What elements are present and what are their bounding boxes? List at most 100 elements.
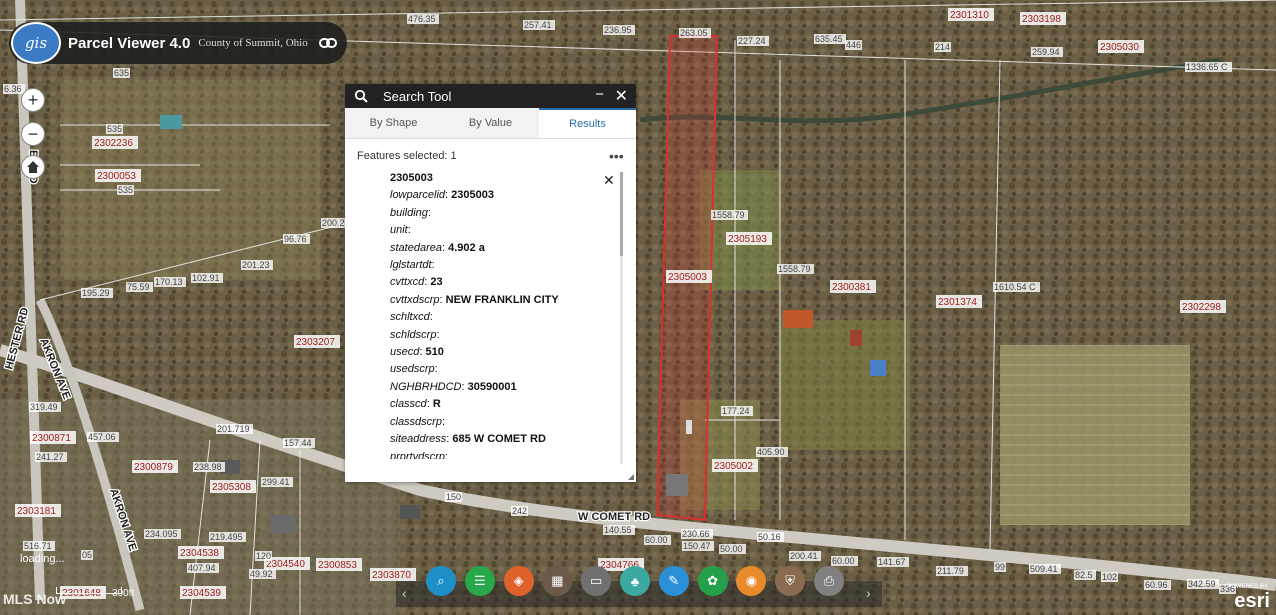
- film-icon[interactable]: ✿: [697, 566, 728, 596]
- toolbar-prev-icon[interactable]: ‹: [402, 585, 407, 601]
- result-field: classcd: R: [390, 398, 441, 411]
- field-key: schltxcd: [390, 311, 430, 324]
- dimension-label: 49.92: [250, 569, 273, 579]
- result-record: 2305003 lowparcelid: 2305003 building: un…: [390, 170, 600, 459]
- parcel-map[interactable]: 2301310 2303198 2305030 2302236 2300053 23051…: [0, 0, 1276, 615]
- field-value: 510: [425, 346, 444, 359]
- parcel-id-label[interactable]: 2305030: [1100, 42, 1139, 53]
- more-options-icon[interactable]: •••: [609, 148, 624, 164]
- layers-icon[interactable]: ◈: [503, 566, 534, 596]
- parcel-id-label[interactable]: 2304539: [182, 588, 221, 599]
- field-value: 30590001: [467, 380, 517, 393]
- parcel-id-label[interactable]: 2300381: [832, 282, 871, 293]
- dimension-label: 157.44: [284, 438, 312, 448]
- field-key: classdscrp: [390, 415, 442, 428]
- field-value: 4.902 a: [448, 241, 485, 254]
- parcel-id-label[interactable]: 2303207: [296, 337, 335, 348]
- tab-results[interactable]: Results: [539, 108, 636, 138]
- parcel-id-label[interactable]: 2303181: [17, 506, 56, 517]
- app-header: gis Parcel Viewer 4.0 County of Summit, …: [9, 22, 347, 64]
- result-field: lglstartdt:: [390, 259, 435, 272]
- result-field: building:: [390, 206, 431, 219]
- result-field: prprtydscrp:: [390, 449, 600, 459]
- legend-icon[interactable]: ♣: [620, 566, 650, 596]
- result-field: NGHBRHDCD: 30590001: [390, 380, 517, 393]
- dimension-label: 241.27: [36, 452, 64, 462]
- dimension-label: 242: [512, 506, 527, 516]
- parcel-id-label[interactable]: 2303198: [1022, 14, 1061, 25]
- parcel-id-label[interactable]: 2300053: [97, 171, 136, 182]
- result-field: unit:: [390, 224, 411, 237]
- parcel-id-label[interactable]: 2303870: [372, 570, 411, 581]
- dimension-label: 200.41: [790, 551, 818, 561]
- result-id[interactable]: 2305003: [390, 170, 600, 187]
- result-field: usedscrp:: [390, 363, 438, 376]
- parcel-id-label[interactable]: 2300853: [318, 560, 357, 571]
- dimension-label: 200.2: [322, 218, 345, 228]
- clear-result-icon[interactable]: ✕: [603, 172, 615, 189]
- loading-text: loading...: [20, 553, 65, 565]
- dimension-label: 50.16: [758, 532, 781, 542]
- bookmark-icon[interactable]: ⛨: [775, 566, 806, 596]
- search-tool-header: Search Tool − ✕: [345, 84, 636, 108]
- dimension-label: 214: [935, 42, 950, 52]
- minimize-button[interactable]: −: [595, 86, 604, 103]
- dimension-label: 1336.65 C: [1186, 62, 1228, 72]
- link-icon[interactable]: [319, 34, 337, 52]
- result-field: schldscrp:: [390, 328, 440, 341]
- esri-logo: esri: [1234, 590, 1270, 612]
- field-value: 685 W COMET RD: [452, 433, 546, 446]
- dimension-label: 6.36: [4, 84, 22, 94]
- print-icon[interactable]: ⎙: [814, 566, 844, 596]
- field-key: unit: [390, 224, 408, 237]
- parcel-id-label[interactable]: 2300871: [32, 433, 71, 444]
- tab-by-shape[interactable]: By Shape: [345, 108, 442, 138]
- dimension-label: 535: [118, 185, 133, 195]
- dimension-label: 259.94: [1032, 47, 1060, 57]
- dimension-label: 635.45: [815, 34, 843, 44]
- measure-icon[interactable]: ✎: [658, 566, 689, 596]
- scroll-thumb[interactable]: [620, 172, 623, 256]
- dimension-label: 405.90: [757, 447, 785, 457]
- dimension-label: 227.24: [738, 36, 766, 46]
- chat-icon[interactable]: ▭: [581, 566, 612, 596]
- parcel-id-label[interactable]: 2305308: [212, 482, 251, 493]
- result-field: usecd: 510: [390, 346, 444, 359]
- resize-handle-icon[interactable]: ◢: [628, 472, 634, 481]
- parcel-id-label[interactable]: 2302236: [94, 138, 133, 149]
- parcel-id-label[interactable]: 2301374: [938, 297, 977, 308]
- parcel-id-label[interactable]: 2305002: [714, 461, 753, 472]
- dimension-label: 140.55: [604, 525, 632, 535]
- search-tool-panel: Search Tool − ✕ By Shape By Value Result…: [345, 84, 636, 482]
- dimension-label: 141.67: [878, 557, 906, 567]
- search-tabs: By Shape By Value Results: [345, 108, 636, 139]
- toolbar-next-icon[interactable]: ›: [866, 585, 871, 601]
- dimension-label: 150: [446, 492, 461, 502]
- list-icon[interactable]: ☰: [464, 566, 495, 596]
- dimension-label: 102.91: [192, 273, 220, 283]
- result-field: classdscrp:: [390, 415, 446, 428]
- search-tool-title: Search Tool: [383, 88, 452, 104]
- dimension-label: 99: [995, 562, 1005, 572]
- parcel-id-label[interactable]: 2302298: [1182, 302, 1221, 313]
- dimension-label: 516.71: [24, 541, 52, 551]
- parcel-id-label[interactable]: 2301310: [950, 10, 989, 21]
- zoom-out-button[interactable]: −: [21, 122, 45, 146]
- dimension-label: 05: [82, 550, 92, 560]
- parcel-id-label[interactable]: 2305193: [728, 234, 767, 245]
- zoom-in-button[interactable]: +: [21, 88, 45, 112]
- app-org: County of Summit, Ohio: [198, 37, 308, 49]
- dimension-label: 201.23: [242, 260, 270, 270]
- close-button[interactable]: ✕: [615, 86, 628, 106]
- search-icon[interactable]: ⌕: [426, 566, 456, 596]
- tab-by-value[interactable]: By Value: [442, 108, 539, 138]
- dimension-label: 263.05: [680, 28, 708, 38]
- app-title: Parcel Viewer 4.0: [68, 34, 191, 52]
- parcel-id-label[interactable]: 2300879: [134, 462, 173, 473]
- field-key: classcd: [390, 398, 427, 411]
- dimension-label: 170.13: [155, 277, 183, 287]
- home-button[interactable]: [21, 155, 45, 179]
- parcel-id-label[interactable]: 2305003: [668, 272, 707, 283]
- parcel-id-label[interactable]: 2304538: [180, 548, 219, 559]
- dimension-label: 535: [107, 124, 122, 134]
